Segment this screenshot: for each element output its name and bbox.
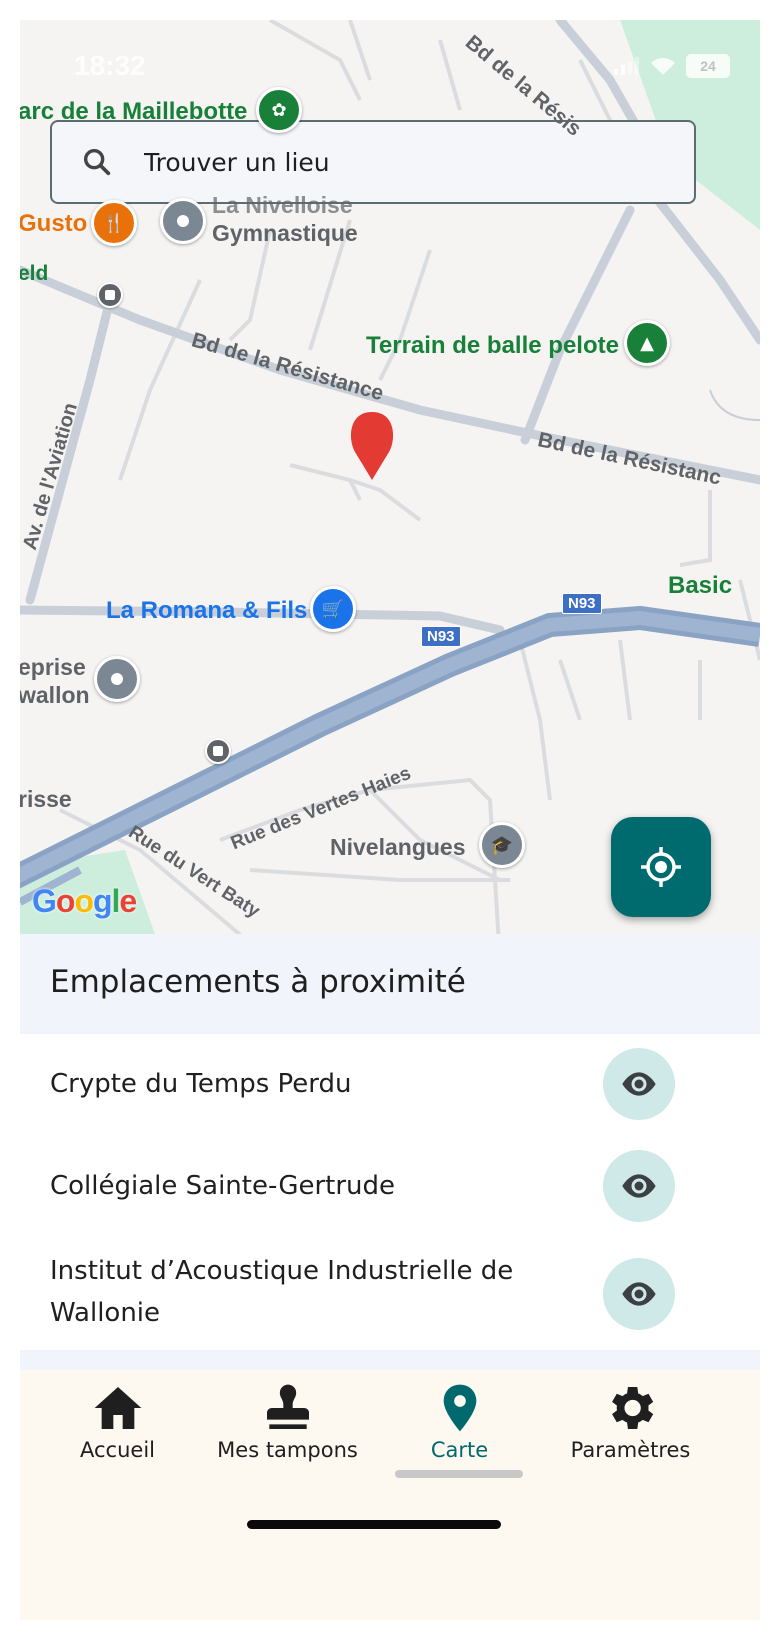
eye-icon xyxy=(622,1282,656,1306)
signal-icon xyxy=(614,57,639,75)
my-location-button[interactable] xyxy=(611,817,711,917)
map-label-terrain: Terrain de balle pelote xyxy=(366,332,619,359)
list-divider xyxy=(20,1350,760,1370)
nav-label: Carte xyxy=(430,1438,489,1462)
status-time: 18:32 xyxy=(74,50,146,81)
nav-label: Mes tampons xyxy=(217,1438,358,1462)
map-label-nivelloise-2: Gymnastique xyxy=(212,220,358,246)
active-tab-indicator xyxy=(395,1470,523,1478)
list-item[interactable]: Institut d’Acoustique Industrielle de Wa… xyxy=(20,1238,760,1350)
bus-stop-icon[interactable] xyxy=(205,738,231,764)
map-label-eprise-2: wallon xyxy=(20,682,90,708)
nav-item-carte[interactable]: Carte xyxy=(367,1380,552,1462)
tree-poi-icon[interactable]: ▲ xyxy=(624,320,670,366)
app-screen: 18:32 24 arc de la Maillebotte ✿ Gusto 🍴… xyxy=(20,20,760,1620)
place-poi-icon[interactable] xyxy=(160,198,206,244)
map-label-parc: arc de la Maillebotte xyxy=(20,98,248,125)
search-input[interactable] xyxy=(142,146,646,178)
stamp-icon xyxy=(266,1384,309,1429)
bottom-navigation: Accueil Mes tampons Carte Paramètres xyxy=(20,1370,760,1620)
list-item[interactable]: Collégiale Sainte-Gertrude xyxy=(20,1134,760,1238)
restaurant-poi-icon[interactable]: 🍴 xyxy=(91,200,137,246)
search-icon xyxy=(83,148,111,176)
place-name: Crypte du Temps Perdu xyxy=(50,1069,352,1099)
nav-item-parametres[interactable]: Paramètres xyxy=(538,1380,723,1462)
map-label-gusto: Gusto xyxy=(20,210,88,237)
nearby-list: Crypte du Temps Perdu Collégiale Sainte-… xyxy=(20,1034,760,1350)
view-place-button[interactable] xyxy=(603,1150,675,1222)
map-label-nivelangues: Nivelangues xyxy=(330,834,466,860)
place-name: Institut d’Acoustique Industrielle de Wa… xyxy=(50,1256,514,1328)
nav-label: Accueil xyxy=(80,1438,155,1462)
map-label-romana: La Romana & Fils xyxy=(106,597,308,624)
view-place-button[interactable] xyxy=(603,1258,675,1330)
nav-item-mes-tampons[interactable]: Mes tampons xyxy=(195,1380,380,1462)
shopping-cart-poi-icon[interactable]: 🛒 xyxy=(310,586,356,632)
location-pin-icon xyxy=(350,412,394,480)
crosshair-icon xyxy=(641,847,681,887)
nearby-title: Emplacements à proximité xyxy=(50,964,466,1000)
gear-icon xyxy=(611,1387,653,1429)
wifi-icon xyxy=(651,58,675,75)
map-label-eld: eld xyxy=(20,262,49,285)
map-label-risse: risse xyxy=(20,786,72,812)
map-label-eprise-1: eprise xyxy=(20,654,86,680)
map-pin-icon xyxy=(443,1384,476,1432)
nav-item-accueil[interactable]: Accueil xyxy=(25,1380,210,1462)
road-shield-n93: N93 xyxy=(421,626,461,647)
status-icons: 24 xyxy=(614,54,730,78)
bus-stop-icon[interactable] xyxy=(97,282,123,308)
list-item[interactable]: Crypte du Temps Perdu xyxy=(20,1034,760,1134)
school-poi-icon[interactable]: 🎓 xyxy=(479,822,525,868)
search-bar[interactable] xyxy=(50,120,696,204)
park-poi-icon[interactable]: ✿ xyxy=(256,87,302,133)
map-view[interactable]: 18:32 24 arc de la Maillebotte ✿ Gusto 🍴… xyxy=(20,20,760,976)
google-logo: Google xyxy=(32,883,137,919)
nearby-header: Emplacements à proximité xyxy=(20,934,760,1034)
nav-label: Paramètres xyxy=(570,1438,691,1462)
map-label-nivelloise-1: La Nivelloise xyxy=(212,192,353,218)
home-indicator[interactable] xyxy=(247,1520,501,1529)
home-icon xyxy=(94,1387,141,1429)
battery-icon: 24 xyxy=(686,54,730,78)
map-label-basic: Basic xyxy=(668,572,733,599)
road-shield-n93: N93 xyxy=(562,593,602,614)
place-name: Collégiale Sainte-Gertrude xyxy=(50,1171,396,1201)
view-place-button[interactable] xyxy=(603,1048,675,1120)
place-poi-icon[interactable] xyxy=(94,656,140,702)
eye-icon xyxy=(622,1174,656,1198)
eye-icon xyxy=(622,1072,656,1096)
